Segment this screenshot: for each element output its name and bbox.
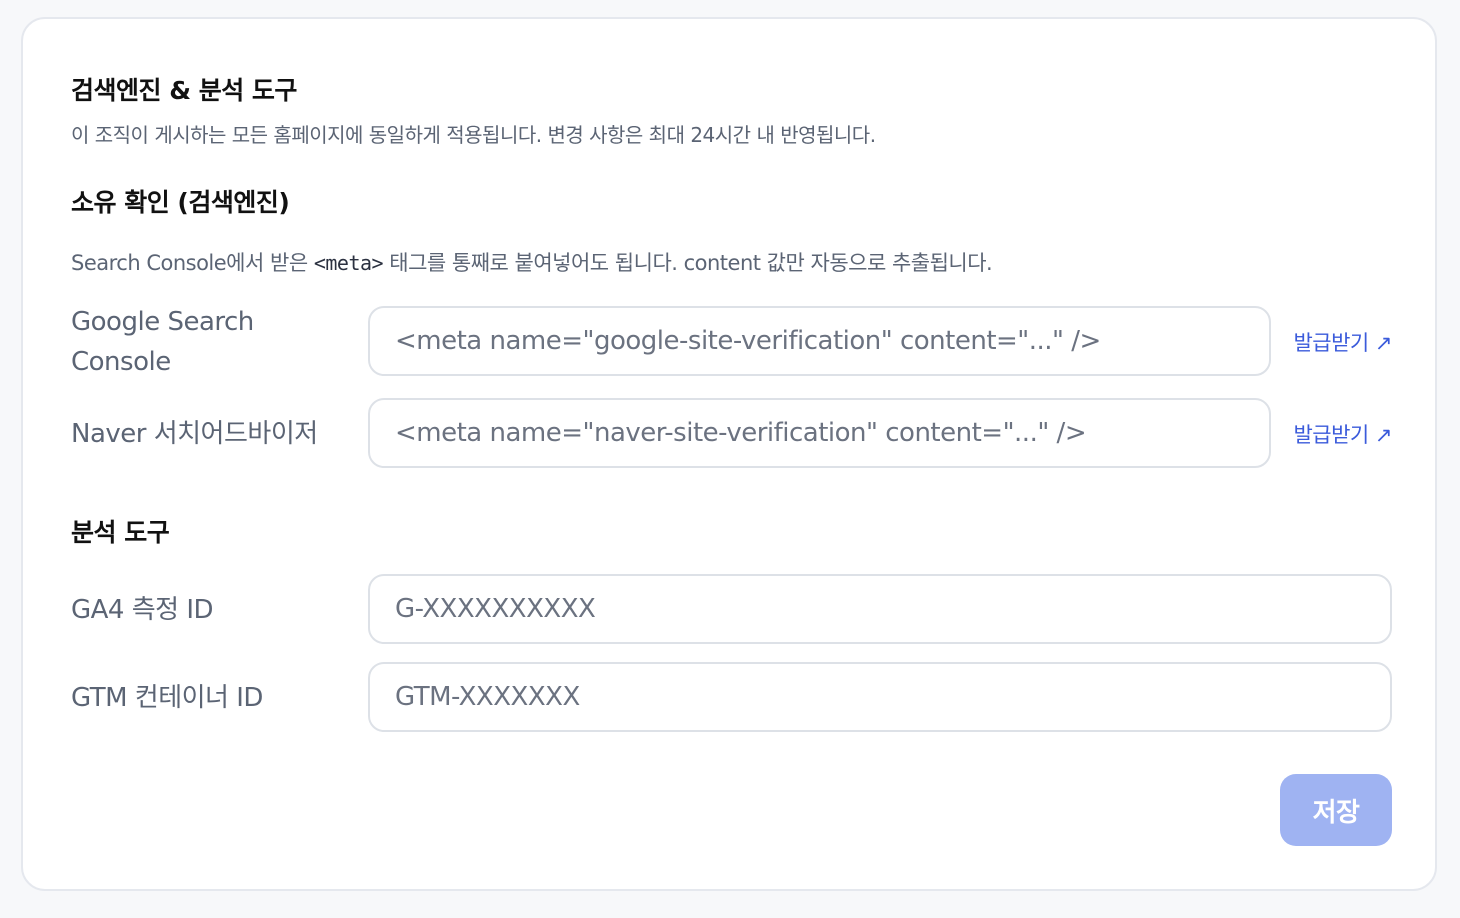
gtm-label: GTM 컨테이너 ID bbox=[71, 683, 263, 713]
settings-card: 검색엔진 & 분석 도구 이 조직이 게시하는 모든 홈페이지에 동일하게 적용… bbox=[21, 17, 1437, 891]
ownership-hint: Search Console에서 받은 <meta> 태그를 통째로 붙여넣어도… bbox=[71, 247, 993, 277]
ga4-label: GA4 측정 ID bbox=[71, 595, 214, 625]
google-verification-input[interactable]: <meta name="google-site-verification" co… bbox=[368, 306, 1271, 376]
analytics-title: 분석 도구 bbox=[71, 518, 170, 547]
ownership-title: 소유 확인 (검색엔진) bbox=[71, 188, 290, 217]
naver-label: Naver 서치어드바이저 bbox=[71, 419, 318, 449]
naver-verification-input[interactable]: <meta name="naver-site-verification" con… bbox=[368, 398, 1271, 468]
settings-content: 검색엔진 & 분석 도구 이 조직이 게시하는 모든 홈페이지에 동일하게 적용… bbox=[71, 19, 1392, 889]
hint-code: <meta> bbox=[313, 251, 384, 275]
hint-text-before: Search Console에서 받은 bbox=[71, 251, 314, 275]
google-label: Google Search Console bbox=[71, 307, 254, 377]
google-issue-link[interactable]: 발급받기 ↗ bbox=[1293, 327, 1392, 357]
ga4-id-input[interactable]: G-XXXXXXXXXX bbox=[368, 574, 1392, 644]
section-title: 검색엔진 & 분석 도구 bbox=[71, 76, 297, 105]
section-description: 이 조직이 게시하는 모든 홈페이지에 동일하게 적용됩니다. 변경 사항은 최… bbox=[71, 123, 876, 147]
gtm-id-input[interactable]: GTM-XXXXXXX bbox=[368, 662, 1392, 732]
naver-issue-link[interactable]: 발급받기 ↗ bbox=[1293, 419, 1392, 449]
save-button[interactable]: 저장 bbox=[1280, 774, 1392, 846]
hint-text-after: 태그를 통째로 붙여넣어도 됩니다. content 값만 자동으로 추출됩니다… bbox=[383, 251, 993, 275]
